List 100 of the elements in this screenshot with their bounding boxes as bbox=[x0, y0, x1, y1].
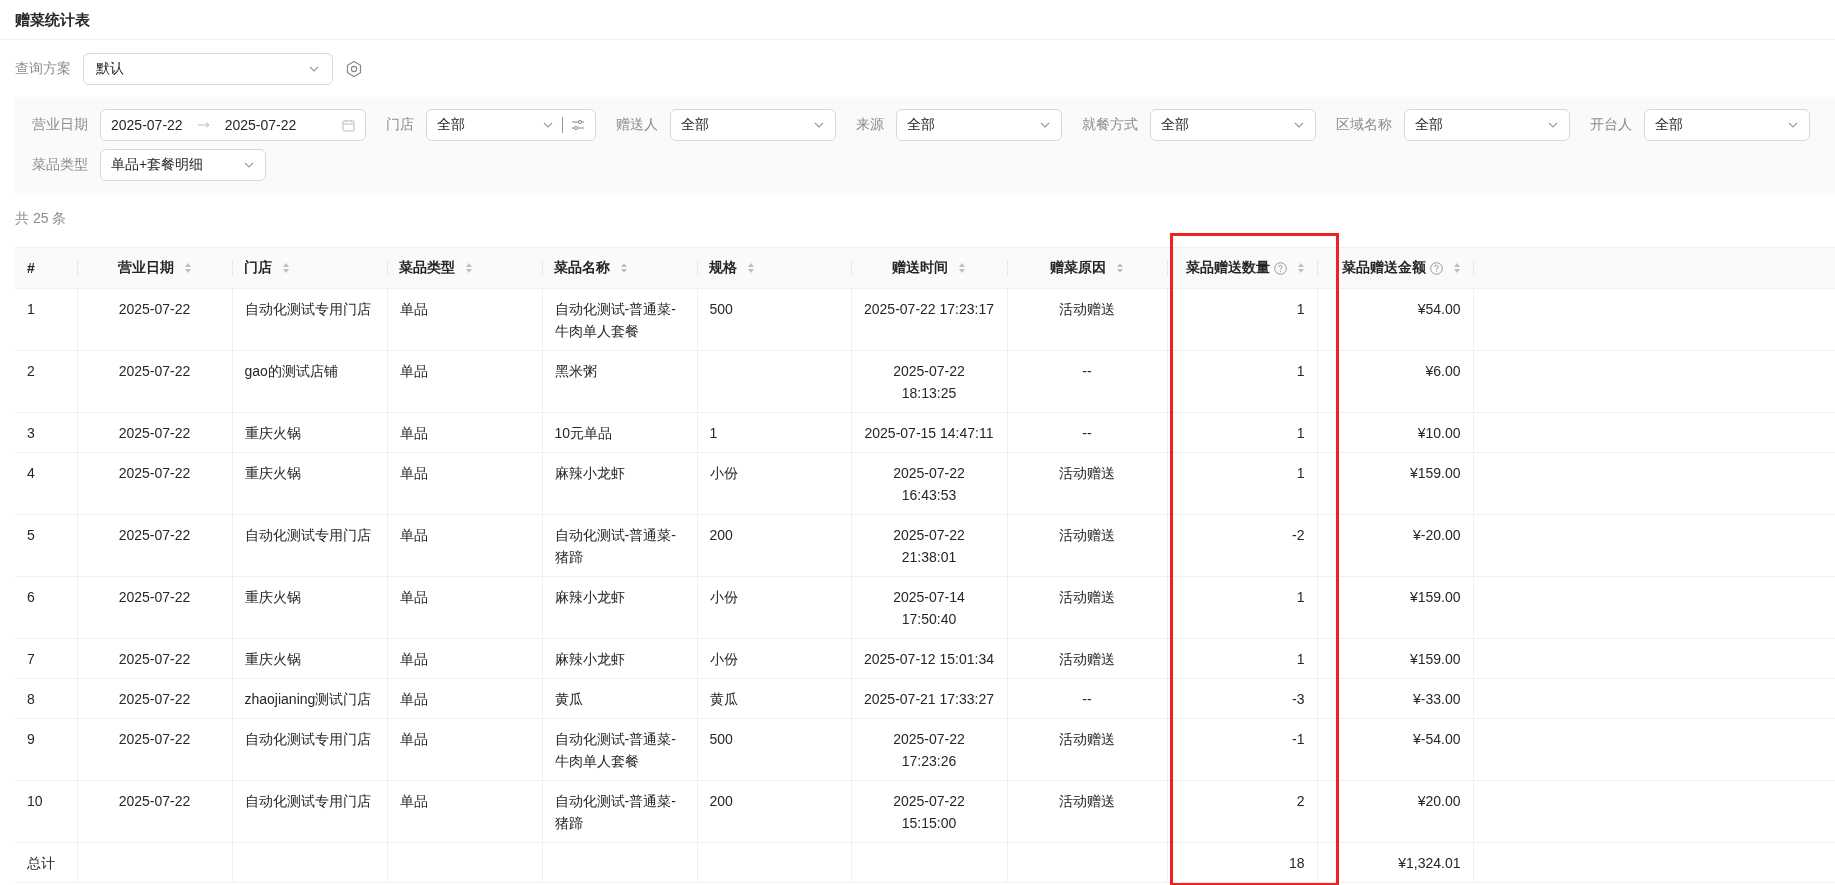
record-count: 共 25 条 bbox=[15, 210, 67, 226]
filter-label: 开台人 bbox=[1590, 116, 1632, 134]
select-field[interactable]: 全部 bbox=[426, 109, 596, 141]
table-cell: -1 bbox=[1292, 731, 1305, 747]
filter-label: 营业日期 bbox=[32, 116, 88, 134]
table-cell: 1 bbox=[1296, 363, 1305, 379]
table-cell: 2025-07-22 bbox=[118, 425, 191, 441]
query-scheme-select[interactable]: 默认 bbox=[83, 53, 333, 85]
select-field[interactable]: 全部 bbox=[1644, 109, 1810, 141]
summary-cell: 总计 bbox=[27, 855, 55, 871]
table-cell: 麻辣小龙虾 bbox=[554, 589, 625, 605]
sort-icon[interactable] bbox=[620, 262, 628, 274]
table-cell: 2025-07-22 21:38:01 bbox=[893, 527, 965, 565]
filter-label: 就餐方式 bbox=[1082, 116, 1138, 134]
table-cell: ¥-33.00 bbox=[1413, 691, 1461, 707]
table-cell: ¥54.00 bbox=[1417, 301, 1461, 317]
table-cell: -- bbox=[1082, 363, 1092, 379]
arrow-right-icon bbox=[196, 121, 211, 129]
sort-icon[interactable] bbox=[1116, 262, 1124, 274]
table-cell: 单品 bbox=[399, 731, 428, 747]
table-cell: 单品 bbox=[399, 651, 428, 667]
table-cell: 活动赠送 bbox=[1059, 793, 1115, 809]
select-field[interactable]: 单品+套餐明细 bbox=[100, 149, 266, 181]
table-cell: 重庆火锅 bbox=[244, 425, 301, 441]
table-cell: 黄瓜 bbox=[709, 691, 738, 707]
table-cell: ¥20.00 bbox=[1417, 793, 1461, 809]
column-header: # bbox=[27, 260, 35, 276]
table-cell: 自动化测试专用门店 bbox=[244, 793, 371, 809]
column-header: 赠送时间 bbox=[892, 259, 948, 277]
table-cell: 2025-07-22 bbox=[118, 363, 191, 379]
table-cell: ¥159.00 bbox=[1409, 465, 1461, 481]
sliders-icon[interactable] bbox=[571, 119, 585, 131]
summary-cell: 18 bbox=[1288, 855, 1305, 871]
table-cell: -3 bbox=[1292, 691, 1305, 707]
select-field[interactable]: 全部 bbox=[1404, 109, 1570, 141]
table-cell: 自动化测试-普通菜- 猪蹄 bbox=[554, 793, 676, 831]
help-icon[interactable] bbox=[1274, 261, 1287, 275]
table-cell: 1 bbox=[1296, 465, 1305, 481]
table-cell: 小份 bbox=[709, 651, 738, 667]
table-cell: 2025-07-22 bbox=[118, 301, 191, 317]
summary-cell: ¥1,324.01 bbox=[1398, 855, 1461, 871]
table-cell: 2025-07-22 17:23:17 bbox=[864, 301, 994, 317]
table-cell: 1 bbox=[27, 301, 35, 317]
sort-icon[interactable] bbox=[183, 262, 192, 274]
filter-label: 来源 bbox=[856, 116, 884, 134]
sort-icon[interactable] bbox=[465, 262, 473, 274]
table-cell: 2025-07-22 15:15:00 bbox=[893, 793, 965, 831]
table-cell: 5 bbox=[27, 527, 35, 543]
table-cell: 单品 bbox=[399, 465, 428, 481]
sort-icon[interactable] bbox=[1453, 262, 1461, 274]
table-cell: 活动赠送 bbox=[1059, 589, 1115, 605]
sort-icon[interactable] bbox=[958, 262, 966, 274]
filter-label: 菜品类型 bbox=[32, 156, 88, 174]
table-cell: 2025-07-22 17:23:26 bbox=[893, 731, 965, 769]
table-cell: -- bbox=[1082, 425, 1092, 441]
table-cell: 单品 bbox=[399, 691, 428, 707]
sort-icon[interactable] bbox=[1297, 262, 1305, 274]
table-cell: 1 bbox=[1296, 425, 1305, 441]
table-cell: 4 bbox=[27, 465, 35, 481]
table-cell: 自动化测试专用门店 bbox=[244, 527, 371, 543]
table-cell: ¥10.00 bbox=[1417, 425, 1461, 441]
column-header: 门店 bbox=[244, 259, 272, 277]
table-cell: 10 bbox=[27, 793, 43, 809]
table-cell: 活动赠送 bbox=[1059, 465, 1115, 481]
table-cell: 1 bbox=[1296, 651, 1305, 667]
date-range-field[interactable]: 2025-07-22 2025-07-22 bbox=[100, 109, 366, 141]
table-cell: 3 bbox=[27, 425, 35, 441]
table-cell: 1 bbox=[1296, 589, 1305, 605]
help-icon[interactable] bbox=[1430, 261, 1443, 275]
sort-icon[interactable] bbox=[282, 262, 290, 274]
table-cell: 活动赠送 bbox=[1059, 527, 1115, 543]
settings-icon[interactable] bbox=[345, 60, 363, 78]
table-cell: 2025-07-22 bbox=[118, 651, 191, 667]
table-cell: 2025-07-12 15:01:34 bbox=[864, 651, 994, 667]
table-cell: 2025-07-22 16:43:53 bbox=[893, 465, 965, 503]
column-header: 菜品类型 bbox=[399, 259, 455, 277]
table-cell: 2025-07-22 bbox=[118, 527, 191, 543]
table-cell: 500 bbox=[709, 731, 733, 747]
table-cell: 自动化测试专用门店 bbox=[244, 301, 371, 317]
table-cell: 2025-07-22 bbox=[118, 793, 191, 809]
table-cell: 200 bbox=[709, 527, 733, 543]
table-cell: 小份 bbox=[709, 589, 738, 605]
table-cell: ¥6.00 bbox=[1425, 363, 1461, 379]
column-header: 规格 bbox=[709, 259, 737, 277]
table-cell: 单品 bbox=[399, 589, 428, 605]
table-cell: 单品 bbox=[399, 793, 428, 809]
select-field[interactable]: 全部 bbox=[896, 109, 1062, 141]
table-cell: ¥159.00 bbox=[1409, 589, 1461, 605]
sort-icon[interactable] bbox=[747, 262, 755, 274]
table-cell: 1 bbox=[1296, 301, 1305, 317]
select-field[interactable]: 全部 bbox=[1150, 109, 1316, 141]
table-cell: 2 bbox=[1296, 793, 1305, 809]
filter-label: 查询方案 bbox=[15, 60, 71, 78]
table-cell: 10元单品 bbox=[554, 425, 613, 441]
table-cell: 活动赠送 bbox=[1059, 651, 1115, 667]
table-cell: 重庆火锅 bbox=[244, 465, 301, 481]
table-cell: 200 bbox=[709, 793, 733, 809]
column-header: 赠菜原因 bbox=[1050, 259, 1106, 277]
select-field[interactable]: 全部 bbox=[670, 109, 836, 141]
table-cell: 单品 bbox=[399, 363, 428, 379]
